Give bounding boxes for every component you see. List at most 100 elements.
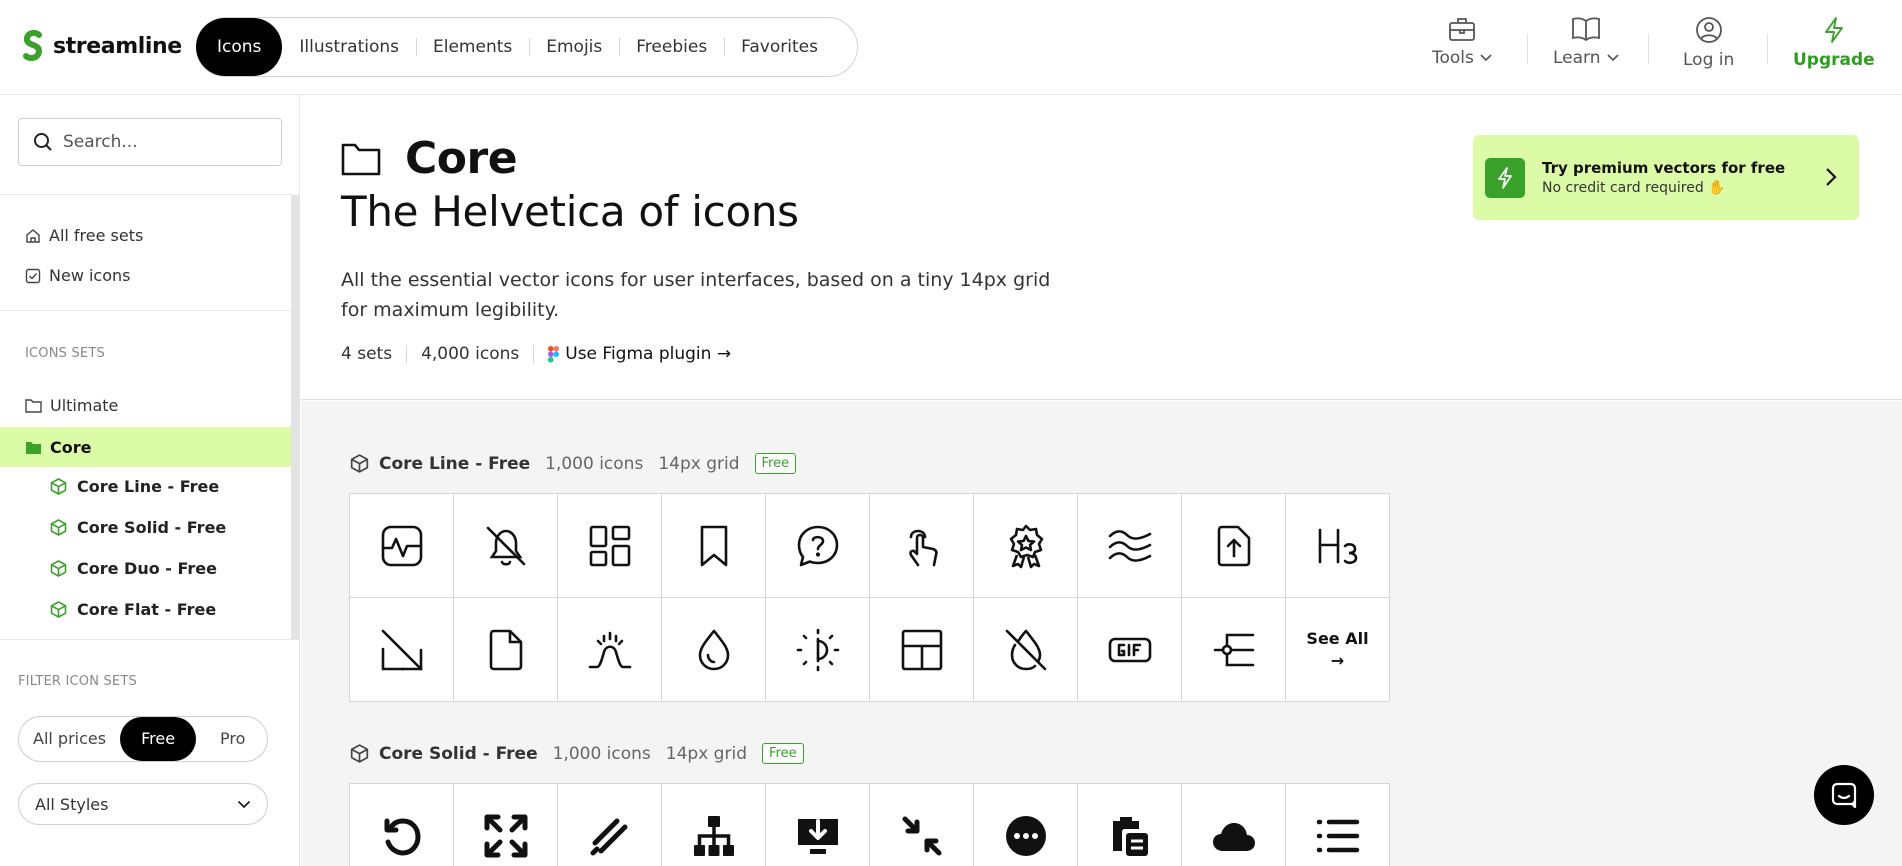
icon-tile[interactable] [766, 784, 870, 866]
chat-launcher-button[interactable] [1814, 765, 1874, 825]
set-intro: Core The Helvetica of icons All the esse… [301, 95, 1902, 400]
sidebar-item-core-duo[interactable]: Core Duo - Free [50, 559, 217, 578]
icon-tile[interactable] [1182, 494, 1286, 598]
tools-menu[interactable]: Tools [1432, 16, 1492, 68]
icon-tile[interactable] [1078, 784, 1182, 866]
promo-subtitle: No credit card required ✋ [1542, 180, 1726, 196]
search-box[interactable] [18, 118, 282, 166]
style-select[interactable]: All Styles [18, 783, 268, 825]
icon-tile[interactable] [454, 494, 558, 598]
icon-tile[interactable] [350, 598, 454, 702]
home-icon [26, 228, 40, 243]
tab-elements[interactable]: Elements [416, 29, 529, 65]
set-name[interactable]: Core Solid - Free [379, 744, 538, 764]
cube-icon [350, 744, 369, 763]
icon-tile[interactable] [662, 598, 766, 702]
price-filter: All prices Free Pro [18, 716, 268, 762]
checkbox-icon [25, 268, 41, 283]
icon-tile[interactable] [974, 784, 1078, 866]
sidebar-item-label: New icons [49, 266, 131, 285]
clipboard-copy-icon [1112, 816, 1148, 856]
rotate-ccw-icon [384, 818, 420, 855]
upgrade-button[interactable]: Upgrade [1793, 16, 1875, 70]
heading-3-icon [1318, 528, 1357, 564]
icon-tile[interactable] [1078, 598, 1182, 702]
monitor-download-icon [797, 818, 838, 854]
cube-icon [50, 560, 67, 577]
cube-icon [50, 478, 67, 495]
sidebar-item-label: Ultimate [50, 396, 119, 415]
sidebar-item-core[interactable]: Core [0, 427, 291, 467]
premium-promo-banner[interactable]: Try premium vectors for free No credit c… [1473, 135, 1859, 220]
icon-tile[interactable] [558, 494, 662, 598]
sidebar-item-label: Core Line - Free [77, 477, 220, 496]
icon-grid-core-line: See All → [349, 493, 1390, 702]
tab-freebies[interactable]: Freebies [619, 29, 724, 65]
tab-icons[interactable]: Icons [196, 18, 283, 76]
icon-tile[interactable] [870, 784, 974, 866]
sidebar-item-label: Core Duo - Free [77, 559, 217, 578]
brightness-half-icon [796, 628, 839, 671]
icon-tile[interactable] [974, 494, 1078, 598]
sidebar-divider [0, 310, 291, 311]
see-all-label: See All → [1306, 628, 1369, 670]
login-button[interactable]: Log in [1683, 16, 1734, 70]
icon-tile[interactable] [1078, 494, 1182, 598]
icon-tile[interactable] [662, 784, 766, 866]
icon-tile[interactable] [1286, 494, 1390, 598]
header-divider [1527, 34, 1528, 64]
promo-title: Try premium vectors for free [1542, 159, 1786, 177]
main-content: Core The Helvetica of icons All the esse… [301, 95, 1902, 866]
filter-all-prices[interactable]: All prices [19, 717, 120, 761]
sidebar-item-core-solid[interactable]: Core Solid - Free [50, 518, 226, 537]
icon-tile[interactable] [766, 494, 870, 598]
search-input[interactable] [63, 132, 263, 152]
icon-tile[interactable] [350, 784, 454, 866]
sidebar-item-core-line[interactable]: Core Line - Free [50, 477, 219, 496]
sidebar: All free sets New icons ICONS SETS Ultim… [0, 95, 300, 866]
icon-tile[interactable] [558, 784, 662, 866]
folder-icon [25, 399, 42, 413]
sidebar-scrollbar[interactable] [291, 195, 300, 640]
search-icon [34, 133, 52, 151]
filter-list-icon [1213, 633, 1254, 666]
learn-menu[interactable]: Learn [1553, 16, 1619, 68]
icon-tile[interactable] [870, 494, 974, 598]
sets-count: 4 sets [341, 344, 393, 364]
icon-tile[interactable] [558, 598, 662, 702]
filter-free[interactable]: Free [120, 717, 197, 761]
tab-favorites[interactable]: Favorites [724, 29, 835, 65]
icon-tile[interactable] [350, 494, 454, 598]
icon-tile[interactable] [1182, 784, 1286, 866]
figma-plugin-link[interactable]: Use Figma plugin → [533, 345, 745, 363]
icon-tile[interactable] [662, 494, 766, 598]
icon-tile[interactable] [974, 598, 1078, 702]
gif-icon [1108, 637, 1151, 662]
sidebar-item-new-icons[interactable]: New icons [25, 266, 131, 285]
icon-tile[interactable] [454, 784, 558, 866]
tab-emojis[interactable]: Emojis [529, 29, 619, 65]
sidebar-divider [0, 194, 291, 195]
sidebar-item-label: Core Solid - Free [77, 518, 227, 537]
icon-tile[interactable] [454, 598, 558, 702]
sidebar-item-ultimate[interactable]: Ultimate [25, 396, 118, 415]
chevron-down-icon [237, 800, 251, 808]
set-header-core-line: Core Line - Free 1,000 icons 14px grid F… [350, 453, 797, 474]
set-name[interactable]: Core Line - Free [379, 454, 530, 474]
set-header-core-solid: Core Solid - Free 1,000 icons 14px grid … [350, 743, 804, 764]
collapse-icon [902, 816, 941, 855]
icon-tile[interactable] [1286, 784, 1390, 866]
tab-illustrations[interactable]: Illustrations [282, 29, 416, 65]
icon-tile[interactable] [766, 598, 870, 702]
filter-pro[interactable]: Pro [196, 717, 259, 761]
figma-link-label: Use Figma plugin → [565, 344, 732, 364]
see-all-button[interactable]: See All → [1286, 598, 1390, 702]
streamline-logo[interactable]: streamline [21, 30, 182, 62]
sidebar-item-core-flat[interactable]: Core Flat - Free [50, 600, 216, 619]
icon-tile[interactable] [1182, 598, 1286, 702]
set-meta: 4 sets 4,000 icons Use Figma plugin → [341, 345, 745, 363]
free-badge: Free [761, 743, 804, 764]
sidebar-item-all-free-sets[interactable]: All free sets [25, 226, 143, 245]
water-drop-icon [698, 629, 729, 670]
icon-tile[interactable] [870, 598, 974, 702]
